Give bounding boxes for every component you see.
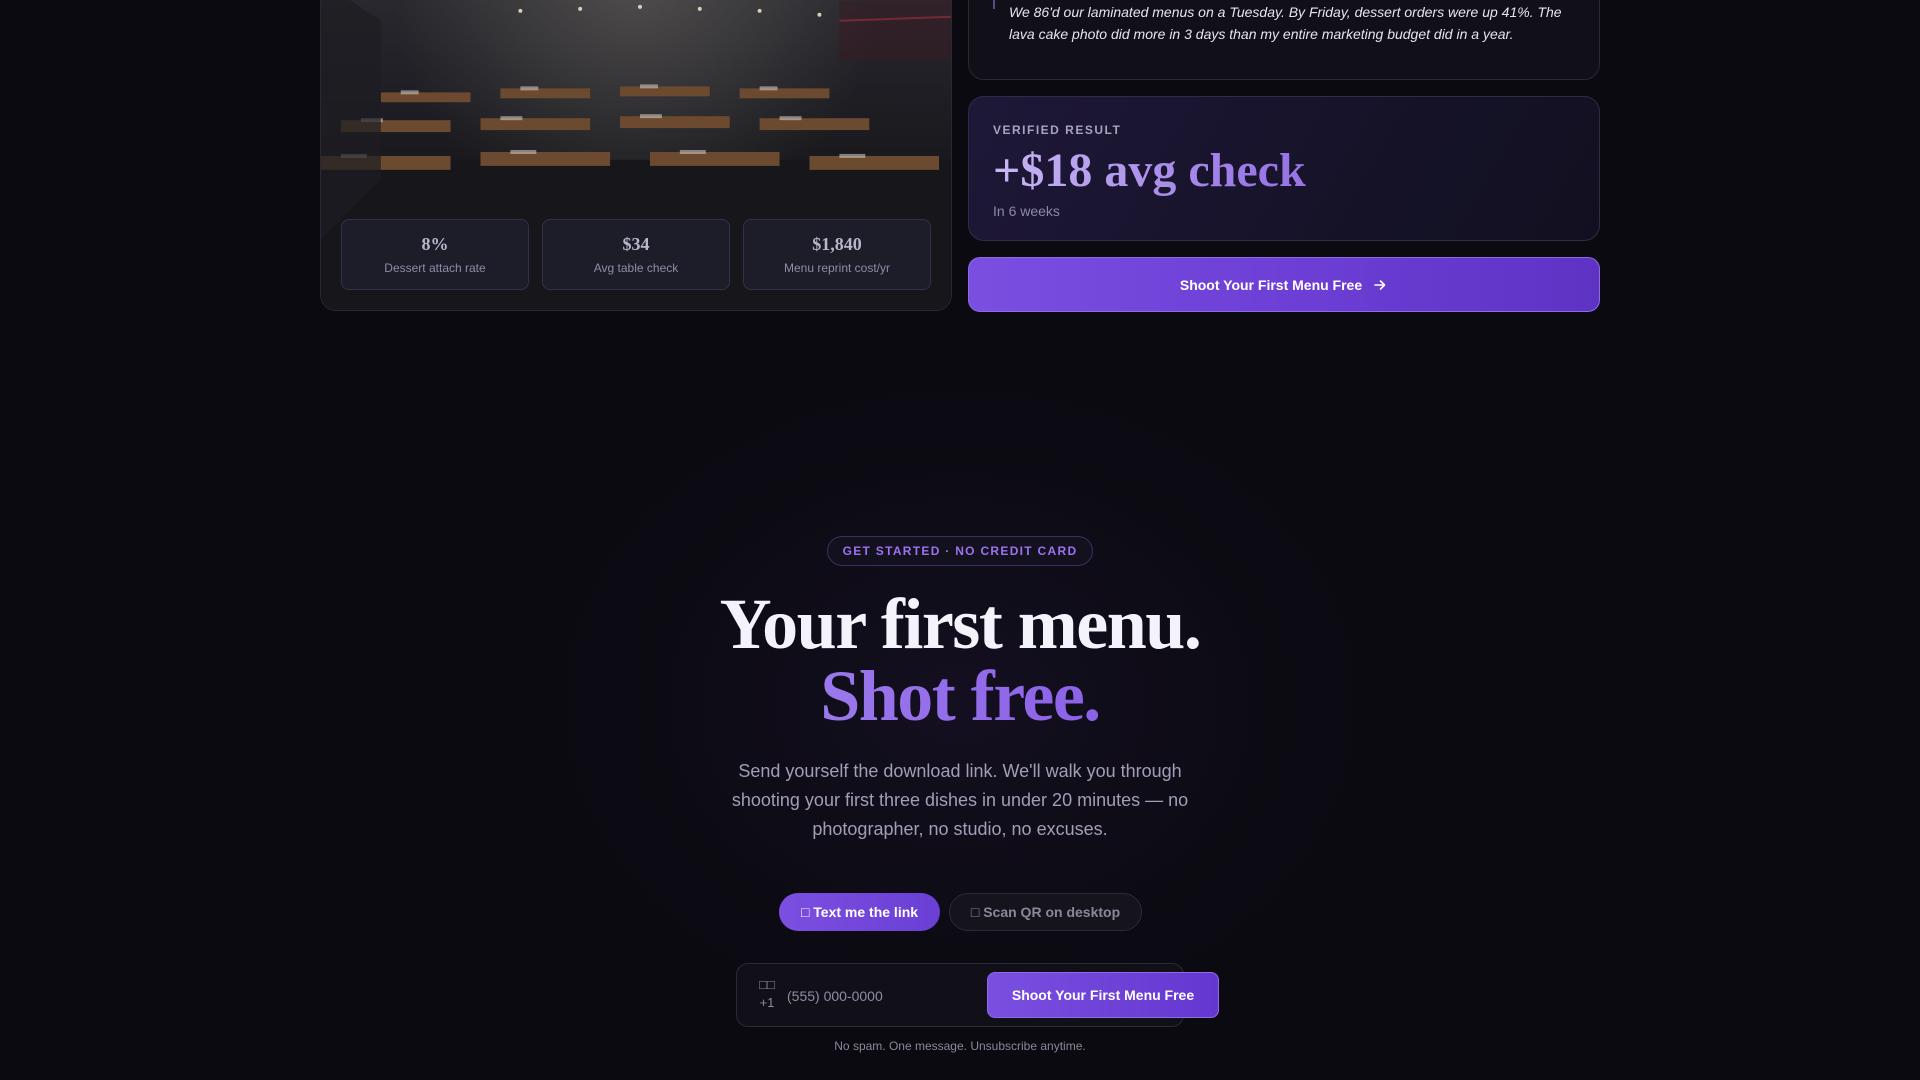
stat-label: Menu reprint cost/yr	[783, 261, 891, 275]
testimonial-card: We 86'd our laminated menus on a Tuesday…	[968, 0, 1600, 80]
headline-line-2: Shot free.	[560, 660, 1360, 732]
disclaimer: No spam. One message. Unsubscribe anytim…	[834, 1039, 1086, 1053]
submit-phone-button[interactable]: Shoot Your First Menu Free	[987, 972, 1219, 1018]
stats-row: 8% Dessert attach rate $34 Avg table che…	[341, 219, 931, 290]
restaurant-photo-card: 8% Dessert attach rate $34 Avg table che…	[320, 0, 952, 311]
scan-qr-tab[interactable]: □ Scan QR on desktop	[949, 893, 1142, 931]
phone-input[interactable]	[787, 982, 987, 1010]
result-value: +$18 avg check	[993, 145, 1575, 197]
submit-label: Shoot Your First Menu Free	[1011, 987, 1195, 1003]
headline-line-1: Your first menu.	[719, 584, 1202, 664]
signup-subcopy: Send yourself the download link. We'll w…	[731, 761, 1189, 839]
cta-label: Shoot Your First Menu Free	[1179, 276, 1363, 293]
text-me-link-label: □ Text me the link	[800, 904, 919, 920]
stat-tile: $1,840 Menu reprint cost/yr	[743, 219, 931, 290]
testimonial-quote: We 86'd our laminated menus on a Tuesday…	[1009, 4, 1562, 42]
country-selector[interactable]: □□ +1	[757, 976, 777, 1012]
page: 8% Dessert attach rate $34 Avg table che…	[0, 0, 1920, 1080]
stat-label: Dessert attach rate	[384, 261, 486, 275]
stat-tile: $34 Avg table check	[542, 219, 730, 290]
stat-value: $1,840	[812, 234, 862, 254]
signup-headline: Your first menu. Shot free.	[560, 588, 1360, 732]
quote-mark-icon	[993, 0, 995, 9]
stat-label: Avg table check	[593, 261, 679, 275]
get-started-badge: GET STARTED · NO CREDIT CARD	[827, 536, 1093, 566]
stat-value: $34	[622, 234, 650, 254]
verified-result-card: VERIFIED RESULT +$18 avg check In 6 week…	[968, 96, 1600, 241]
country-code: +1	[759, 995, 775, 1010]
stat-tile: 8% Dessert attach rate	[341, 219, 529, 290]
shoot-first-menu-button[interactable]: Shoot Your First Menu Free	[968, 257, 1600, 312]
scan-qr-label: □ Scan QR on desktop	[970, 904, 1121, 920]
stat-value: 8%	[421, 234, 449, 254]
delivery-method-toggle: □ Text me the link □ Scan QR on desktop	[779, 893, 1142, 931]
arrow-right-icon	[1372, 277, 1388, 293]
text-me-link-tab[interactable]: □ Text me the link	[779, 893, 940, 931]
flag-icon: □□	[759, 977, 775, 992]
result-label: VERIFIED RESULT	[993, 123, 1122, 137]
result-subtext: In 6 weeks	[993, 203, 1060, 219]
